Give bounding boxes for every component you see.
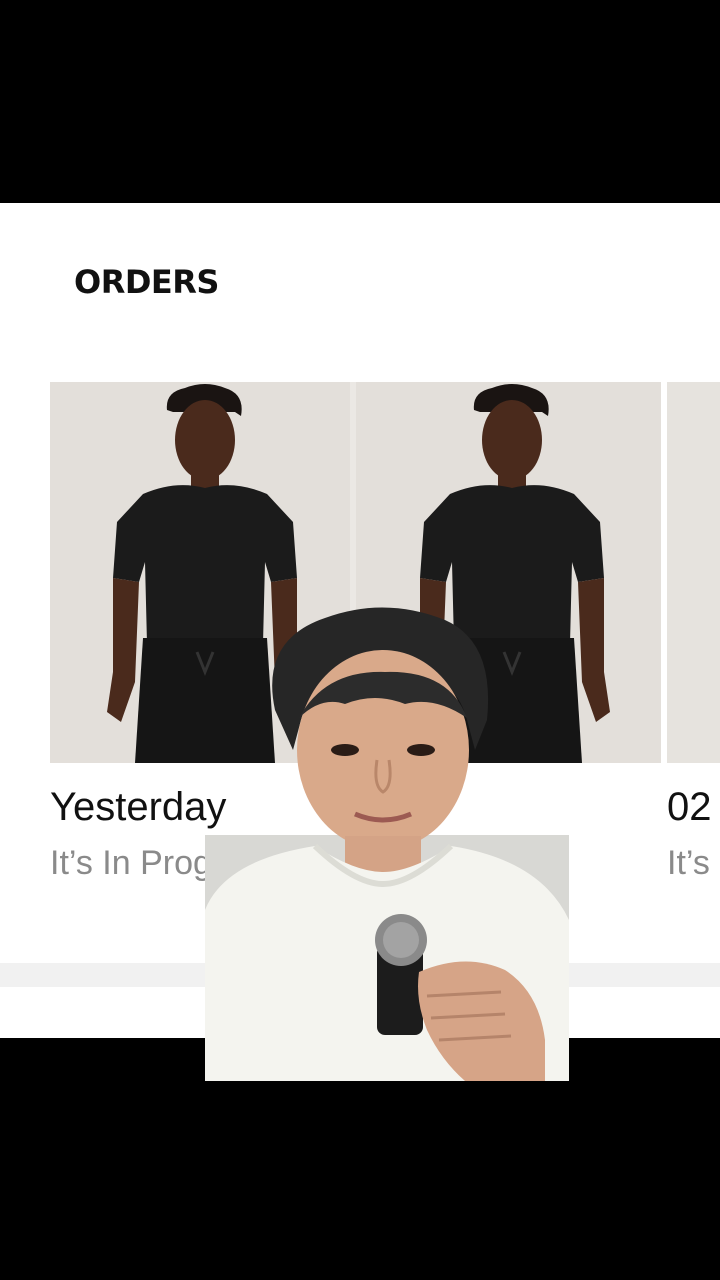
page-title: ORDERS	[74, 263, 219, 301]
order-date: 02	[667, 785, 712, 829]
order-status: It’s	[667, 844, 710, 882]
video-frame: ORDERS Yesterday It’s In Progress 02 It’…	[0, 0, 720, 1280]
presenter-image	[205, 607, 569, 1081]
presenter-video-overlay	[205, 600, 569, 1081]
product-image[interactable]	[667, 382, 720, 763]
product-photo	[667, 382, 720, 763]
order-card[interactable]: 02 It’s	[667, 382, 720, 883]
